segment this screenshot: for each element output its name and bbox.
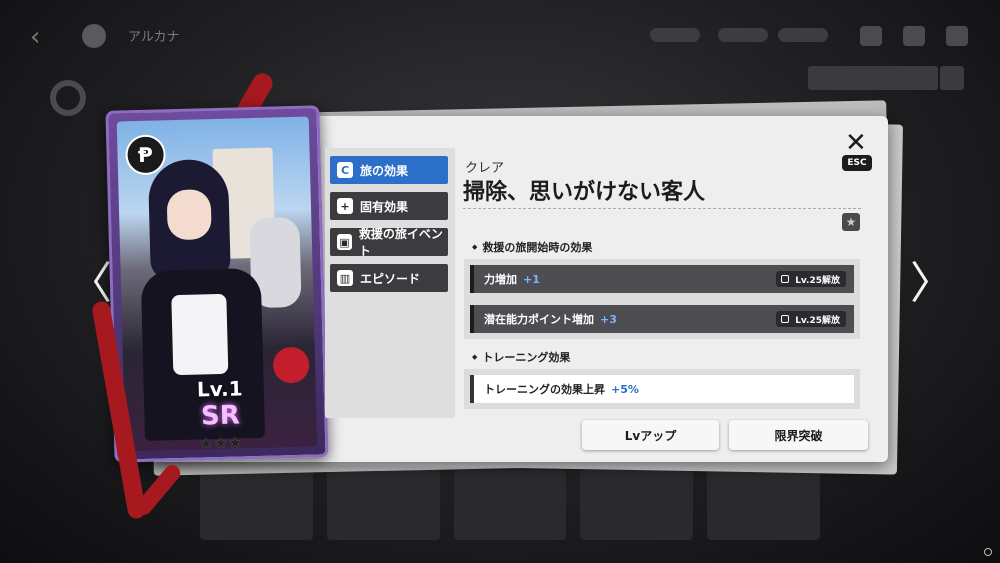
tab-rescue-event[interactable]: ▣ 救援の旅イベント: [330, 227, 448, 258]
effect-group: 力増加 +1 Lv.25解放 潜在能力ポイント増加 +3 Lv.25解放: [464, 259, 860, 339]
background-card-list: [200, 470, 820, 540]
resource-badge: [778, 28, 828, 42]
card-stars: ★★★: [199, 433, 244, 453]
divider: [463, 208, 861, 209]
effect-name: 力増加: [484, 273, 517, 286]
faction-emblem-icon: Ᵽ: [125, 134, 167, 176]
previous-arrow-icon[interactable]: 〈: [68, 262, 112, 306]
card-illustration: Ᵽ Lv.1 SR ★★★: [116, 116, 318, 453]
background-title: アルカナ: [128, 30, 180, 45]
tab-label: 固有効果: [360, 199, 409, 214]
side-tabs: C 旅の効果 + 固有効果 ▣ 救援の旅イベント ▥ エピソード: [325, 148, 455, 418]
next-arrow-icon[interactable]: 〉: [910, 262, 954, 306]
mail-icon[interactable]: [860, 26, 882, 46]
card-rarity: SR: [200, 400, 241, 432]
effect-name: トレーニングの効果上昇: [484, 383, 605, 396]
star-icon[interactable]: ★: [842, 213, 860, 231]
settings-icon[interactable]: [903, 26, 925, 46]
back-icon[interactable]: ‹: [30, 22, 40, 52]
effect-value: +3: [600, 312, 617, 326]
book-icon: ▥: [337, 270, 353, 286]
background-topbar: ‹ アルカナ: [0, 0, 1000, 70]
more-icon[interactable]: [946, 26, 968, 46]
section-heading: トレーニング効果: [472, 349, 570, 365]
effect-value: +1: [523, 272, 540, 286]
level-up-button[interactable]: Lvアップ: [582, 420, 719, 450]
tab-unique-effect[interactable]: + 固有効果: [330, 192, 448, 220]
gift-icon: ▣: [337, 234, 352, 250]
tab-episode[interactable]: ▥ エピソード: [330, 264, 448, 292]
page-title: 掃除、思いがけない客人: [463, 180, 706, 205]
close-icon[interactable]: ✕: [845, 130, 867, 156]
background-logo: [50, 80, 86, 116]
effect-name: 潜在能力ポイント増加: [484, 313, 594, 326]
resource-badge: [650, 28, 700, 42]
background-sort: [808, 66, 938, 90]
lock-icon: [781, 275, 790, 283]
effect-row: 力増加 +1 Lv.25解放: [470, 265, 854, 293]
section-heading: 救援の旅開始時の効果: [472, 239, 592, 255]
lock-icon: [781, 315, 790, 323]
background-filter: [940, 66, 964, 90]
tab-label: 旅の効果: [360, 163, 409, 178]
compass-icon: C: [337, 162, 353, 178]
status-dot-icon: [984, 548, 992, 556]
menu-icon[interactable]: [82, 24, 106, 48]
effect-group: トレーニングの効果上昇 +5%: [464, 369, 860, 409]
lock-badge: Lv.25解放: [776, 311, 846, 327]
resource-badge: [718, 28, 768, 42]
limit-break-button[interactable]: 限界突破: [729, 420, 868, 450]
effect-row: 潜在能力ポイント増加 +3 Lv.25解放: [470, 305, 854, 333]
character-card: Ᵽ Lv.1 SR ★★★: [105, 105, 329, 463]
effect-row: トレーニングの効果上昇 +5%: [470, 375, 854, 403]
lock-badge: Lv.25解放: [776, 271, 846, 287]
tab-label: エピソード: [360, 271, 421, 286]
effect-value: +5%: [611, 382, 639, 396]
tab-journey-effect[interactable]: C 旅の効果: [330, 156, 448, 184]
plus-card-icon: +: [337, 198, 353, 214]
tab-label: 救援の旅イベント: [358, 227, 443, 258]
esc-badge[interactable]: ESC: [842, 155, 872, 171]
